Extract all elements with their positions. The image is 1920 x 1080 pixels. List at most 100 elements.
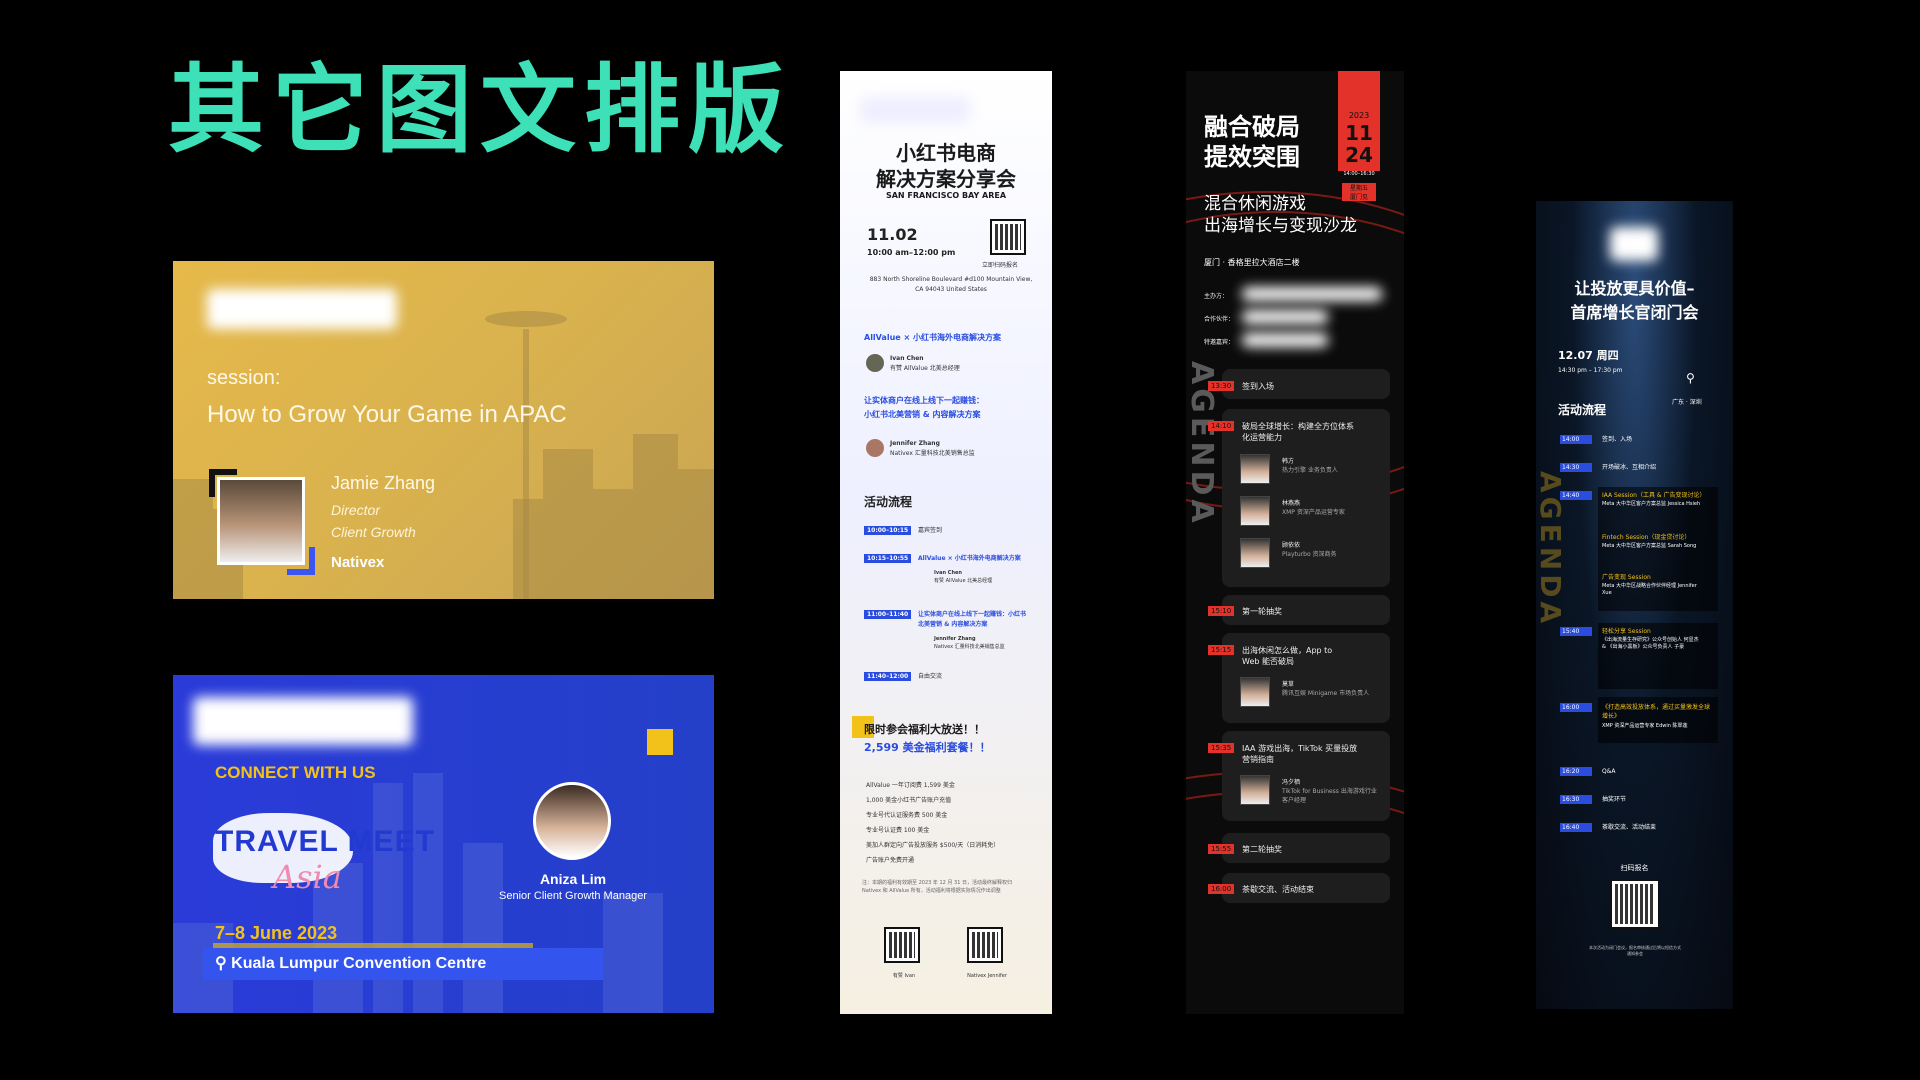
venue-text: ⚲ Kuala Lumpur Convention Centre — [215, 955, 487, 972]
speaker: 莫草 腾讯互娱 Minigame 市场负责人 — [1282, 681, 1370, 697]
qr-code[interactable] — [990, 219, 1026, 255]
poster-subtitle: 出海增长与变现沙龙 — [1204, 216, 1357, 236]
qr-caption: Nativex Jennifer — [967, 973, 1007, 979]
event-time: 10:00 am–12:00 pm — [867, 248, 956, 257]
poster-title: 小红书电商 — [896, 141, 996, 165]
agenda-time: 11:00–11:40 — [864, 610, 912, 619]
blurred-logo — [1242, 310, 1328, 324]
guest-label: 特邀嘉宾： — [1204, 339, 1235, 346]
agenda-time: 14:40 — [1560, 491, 1592, 500]
venue-text: 厦门 · 香格里拉大酒店二楼 — [1204, 258, 1300, 267]
benefit-item: 美加人群定向广告投放服务 $500/天（日消耗免） — [866, 842, 1000, 849]
agenda-item: 嘉宾签到 — [918, 527, 943, 534]
agenda-item: 广告变现 Session — [1602, 574, 1651, 581]
poster-location: SAN FRANCISCO BAY AREA — [885, 191, 1007, 200]
agenda-time: 15:15 — [1208, 645, 1235, 655]
speaker: 林燕燕 XMP 资深产品运营专家 — [1282, 500, 1345, 516]
event-year: 2023 — [1348, 111, 1370, 120]
qr-code[interactable] — [884, 927, 920, 963]
agenda-sub: Meta 大中华区客户方案总监 Sarah Song — [1602, 543, 1697, 549]
speaker-avatar — [1240, 496, 1270, 526]
agenda-item: Q&A — [1602, 768, 1616, 775]
agenda-time: 15:40 — [1560, 627, 1592, 636]
agenda-title: 活动流程 — [864, 495, 913, 509]
note: 本次活动为闭门会议，报名审核通过后将以短信方式通知参会 — [1589, 945, 1681, 956]
agenda-time: 14:30 — [1560, 463, 1592, 472]
qr-caption: 有赞 Ivan — [892, 973, 916, 979]
topic: 小红书北美营销 & 内容解决方案 — [864, 410, 981, 419]
page-title: 其它图文排版 — [168, 54, 792, 166]
qr-code[interactable] — [1610, 879, 1660, 929]
agenda-role: 有赞 AllValue 北美总经理 — [934, 578, 993, 584]
avatar — [866, 439, 884, 457]
agenda-title: 第二轮抽奖 — [1242, 845, 1282, 854]
agenda-item: IAA Session（工具 & 广告变现讨论） — [1602, 492, 1706, 499]
xhs-poster: 小红书电商 解决方案分享会 SAN FRANCISCO BAY AREA 11.… — [840, 71, 1052, 1014]
connect-heading: CONNECT WITH US — [215, 763, 376, 782]
speaker-avatar — [1240, 538, 1270, 568]
agenda-item: 茶歇交流、活动结束 — [1602, 824, 1657, 831]
agenda-time: 11:40–12:00 — [864, 672, 912, 681]
agenda-item: AllValue × 小红书海外电商解决方案 — [918, 555, 1021, 562]
blurred-logo — [1242, 287, 1382, 301]
blurred-logo — [193, 697, 413, 745]
agenda-sub: Meta 大中华区客户方案总监 Jessica Hsieh — [1602, 501, 1701, 507]
poster-title: 让投放更具价值– — [1574, 279, 1695, 298]
speaker-avatar — [1240, 454, 1270, 484]
agenda-title: 活动流程 — [1558, 403, 1607, 417]
agenda-time: 16:20 — [1560, 767, 1592, 776]
location-pin-icon: ⚲ — [1686, 371, 1695, 385]
speaker: 韩方 热力引擎 业务负责人 — [1282, 458, 1338, 474]
poster-title: 解决方案分享会 — [876, 167, 1016, 191]
agenda-sub: 《出海流量生存研究》公众号创始人 何显杰 & 《出海小黑板》公众号负责人 子豪 — [1602, 637, 1699, 650]
event-time: 14:30 pm – 17:30 pm — [1558, 367, 1623, 374]
event-name-script: Asia — [273, 858, 342, 896]
poster-title: 提效突围 — [1204, 143, 1300, 171]
benefit-item: 专业号代认证服务费 500 美金 — [866, 812, 948, 819]
speaker-avatar — [533, 782, 611, 860]
address: 883 North Shoreline Boulevard #d100 Moun… — [869, 276, 1033, 293]
speaker-avatar — [1240, 775, 1270, 805]
cgo-poster: 让投放更具价值– 首席增长官闭门会 12.07 周四 14:30 pm – 17… — [1536, 201, 1733, 1009]
blurred-logo — [1610, 227, 1658, 261]
game-salon-poster: 2023 11 24 14:00–16:30 星期五 厦门见 融合破局 提效突围 … — [1186, 71, 1404, 1014]
agenda-item: Fintech Session（现金贷讨论） — [1602, 534, 1691, 541]
agenda-item: 《打造高效投放体系，通过买量激发全球增长》 — [1602, 704, 1711, 720]
agenda-title: 出海休闲怎么做，App to Web 能否破局 — [1242, 646, 1333, 666]
event-date: 12.07 周四 — [1558, 349, 1619, 362]
topic: 让实体商户在线上线下一起赚钱： — [864, 396, 984, 405]
agenda-time: 16:00 — [1208, 884, 1235, 894]
topic: AllValue × 小红书海外电商解决方案 — [864, 333, 1001, 342]
agenda-sub: Meta 大中华区战略合作伙伴经理 Jennifer Xue — [1602, 583, 1697, 596]
talk-title: How to Grow Your Game in APAC — [207, 401, 567, 428]
event-month: 11 — [1345, 121, 1373, 145]
travel-card: CONNECT WITH US TRAVEL MEET Asia 7–8 Jun… — [173, 675, 714, 1013]
agenda-time: 10:00–10:15 — [864, 526, 912, 535]
agenda-time: 15:35 — [1208, 743, 1235, 753]
qr-caption: 立即扫码报名 — [982, 262, 1019, 269]
speaker: 顾依依 Playturbo 资深商务 — [1282, 542, 1337, 558]
accent-square — [647, 729, 673, 755]
blurred-logo — [860, 97, 970, 123]
agenda-time: 14:10 — [1208, 421, 1235, 431]
host-label: 主办方： — [1204, 293, 1229, 300]
benefit-note: 注：本期的福利有效期至 2023 年 12 月 31 日，活动最终解释权归 Na… — [862, 880, 1012, 894]
event-day: 24 — [1345, 143, 1373, 167]
agenda-time: 13:30 — [1208, 381, 1235, 391]
session-label: session: — [207, 367, 281, 389]
event-city: 广东 · 深圳 — [1672, 399, 1702, 406]
benefit-item: AllValue 一年订阅费 1,599 美金 — [866, 782, 955, 789]
agenda-item: 开场破冰、互相介绍 — [1602, 464, 1657, 471]
event-date: 11.02 — [867, 225, 918, 244]
qr-code[interactable] — [967, 927, 1003, 963]
benefit-item: 1,000 美金小红书广告账户充值 — [866, 797, 952, 804]
benefit-title: 2,599 美金福利套餐！！ — [864, 741, 991, 754]
agenda-sub: XMP 资深产品运营专家 Edwin 陈翠莲 — [1602, 723, 1688, 729]
agenda-time: 10:15–10:55 — [864, 554, 912, 563]
agenda-time: 15:10 — [1208, 606, 1235, 616]
agenda-title: 破局全球增长：构建全方位体系化运营能力 — [1242, 422, 1354, 442]
benefit-item: 专业号认证费 100 美金 — [866, 827, 930, 834]
speaker-role: Director Client Growth — [331, 502, 416, 540]
agenda-title: 茶歇交流、活动结束 — [1242, 885, 1314, 894]
brand-logo: Nativex — [331, 554, 385, 571]
